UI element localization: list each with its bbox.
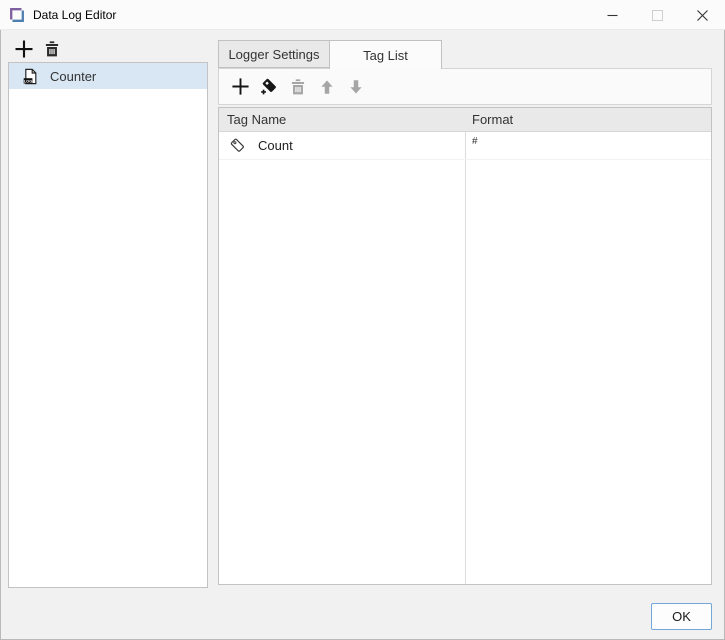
format-cell: #: [466, 132, 711, 159]
move-tag-up-button[interactable]: [315, 75, 339, 99]
minimize-icon: [607, 10, 618, 21]
delete-icon: [289, 78, 307, 96]
svg-text:LOG: LOG: [24, 78, 33, 83]
logger-item-label: Counter: [50, 69, 96, 84]
tag-name-cell: Count: [219, 132, 466, 159]
tab-tag-list[interactable]: Tag List: [329, 40, 442, 69]
column-header-format[interactable]: Format: [466, 112, 513, 127]
add-icon: [231, 77, 250, 96]
ok-button[interactable]: OK: [651, 603, 712, 630]
move-down-icon: [347, 78, 365, 96]
add-logger-button[interactable]: [10, 35, 38, 63]
add-icon: [14, 39, 34, 59]
close-button[interactable]: [680, 0, 725, 30]
data-log-editor-window: { "window": { "title": "Data Log Editor"…: [0, 0, 725, 640]
tag-name-value: Count: [258, 138, 293, 153]
column-header-tag-name[interactable]: Tag Name: [219, 112, 466, 127]
title-bar: Data Log Editor: [0, 0, 725, 30]
tag-icon: [229, 137, 246, 154]
add-tag-row-button[interactable]: [228, 75, 252, 99]
window-title: Data Log Editor: [33, 0, 116, 30]
table-row[interactable]: Count #: [219, 132, 711, 160]
log-file-icon: LOG: [22, 68, 39, 85]
move-up-icon: [318, 78, 336, 96]
app-icon: [8, 6, 26, 24]
add-tag-from-list-button[interactable]: [257, 75, 281, 99]
logger-list-item-counter[interactable]: LOG Counter: [9, 63, 207, 89]
tag-toolbar: [218, 68, 712, 105]
add-tag-icon: [260, 77, 279, 96]
delete-icon: [43, 40, 61, 58]
table-header: Tag Name Format: [219, 108, 711, 132]
tab-logger-settings[interactable]: Logger Settings: [218, 40, 330, 68]
move-tag-down-button[interactable]: [344, 75, 368, 99]
minimize-button[interactable]: [590, 0, 635, 30]
logger-list: LOG Counter: [8, 62, 208, 588]
column-divider: [465, 108, 466, 584]
tag-table: Tag Name Format Count #: [218, 107, 712, 585]
delete-logger-button[interactable]: [38, 35, 66, 63]
tab-bar: Logger Settings Tag List: [218, 40, 442, 68]
maximize-button[interactable]: [635, 0, 680, 30]
delete-tag-button[interactable]: [286, 75, 310, 99]
close-icon: [697, 10, 708, 21]
maximize-icon: [652, 10, 663, 21]
